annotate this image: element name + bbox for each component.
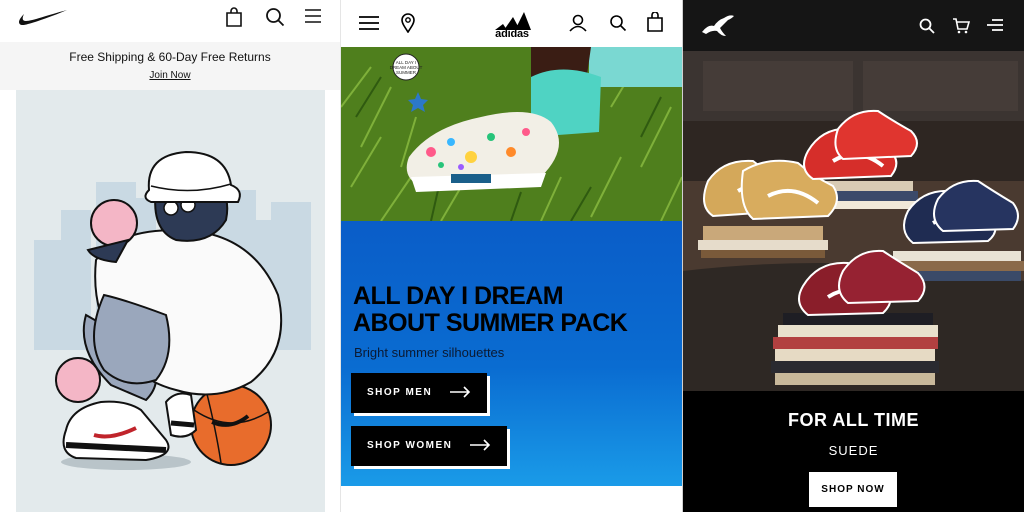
arrow-right-icon bbox=[470, 439, 491, 451]
campaign-subtitle: Bright summer silhouettes bbox=[354, 345, 505, 360]
arrow-right-icon bbox=[450, 386, 471, 398]
shop-now-button[interactable]: SHOP NOW bbox=[809, 472, 897, 507]
campaign-title-line-1: ALL DAY I DREAM bbox=[353, 282, 564, 310]
cart-icon[interactable] bbox=[952, 18, 970, 34]
shop-women-label: SHOP WOMEN bbox=[367, 440, 453, 451]
adidas-logo-text: adidas bbox=[495, 28, 529, 40]
adidas-header: adidas bbox=[341, 0, 682, 47]
puma-screen: FOR ALL TIME SUEDE SHOP NOW bbox=[683, 0, 1024, 512]
menu-icon[interactable] bbox=[358, 16, 380, 30]
cartoon-character-illustration bbox=[34, 150, 311, 470]
promo-banner: Free Shipping & 60-Day Free Returns Join… bbox=[0, 42, 340, 90]
shop-men-label: SHOP MEN bbox=[367, 387, 433, 398]
puma-cat-logo[interactable] bbox=[700, 12, 736, 38]
join-now-link[interactable]: Join Now bbox=[0, 70, 340, 81]
bag-icon[interactable] bbox=[647, 12, 663, 32]
sneaker-photo-graphic: ALL DAY I DREAM ABOUT SUMMER bbox=[341, 47, 682, 221]
shop-men-button[interactable]: SHOP MEN bbox=[351, 373, 487, 413]
campaign-banner: ALL DAY I DREAM ABOUT SUMMER PACK Bright… bbox=[341, 221, 682, 486]
menu-icon[interactable] bbox=[986, 19, 1004, 32]
svg-text:SUMMER: SUMMER bbox=[396, 70, 417, 75]
promo-text: Free Shipping & 60-Day Free Returns bbox=[69, 50, 271, 64]
search-icon[interactable] bbox=[919, 18, 935, 34]
campaign-title-line-2: ABOUT SUMMER PACK bbox=[353, 309, 628, 337]
campaign-title: FOR ALL TIME bbox=[788, 410, 919, 430]
campaign-title: ALL DAY I DREAM ABOUT SUMMER PACK bbox=[353, 283, 673, 337]
puma-header bbox=[683, 0, 1024, 51]
adidas-logo-icon[interactable] bbox=[493, 8, 531, 30]
search-icon[interactable] bbox=[265, 7, 285, 27]
campaign-subtitle: SUEDE bbox=[828, 443, 879, 458]
shop-women-button[interactable]: SHOP WOMEN bbox=[351, 426, 507, 466]
hero-illustration[interactable] bbox=[16, 90, 325, 512]
user-icon[interactable] bbox=[569, 14, 587, 32]
location-icon[interactable] bbox=[401, 13, 415, 33]
sneaker-in-grass-photo[interactable]: ALL DAY I DREAM ABOUT SUMMER bbox=[341, 47, 682, 221]
suede-sneakers-photo[interactable] bbox=[683, 51, 1024, 391]
nike-screen: Free Shipping & 60-Day Free Returns Join… bbox=[0, 0, 340, 512]
sneakers-on-books-graphic bbox=[683, 51, 1024, 391]
three-store-mobile-screens: Free Shipping & 60-Day Free Returns Join… bbox=[0, 0, 1024, 512]
bag-icon[interactable] bbox=[225, 7, 243, 27]
search-icon[interactable] bbox=[609, 14, 627, 32]
nike-header bbox=[0, 0, 340, 42]
menu-icon[interactable] bbox=[304, 8, 322, 24]
adidas-screen: adidas ALL DAY I DREAM ABOUT SUMMER ALL … bbox=[341, 0, 682, 512]
nike-swoosh-logo[interactable] bbox=[18, 8, 68, 28]
